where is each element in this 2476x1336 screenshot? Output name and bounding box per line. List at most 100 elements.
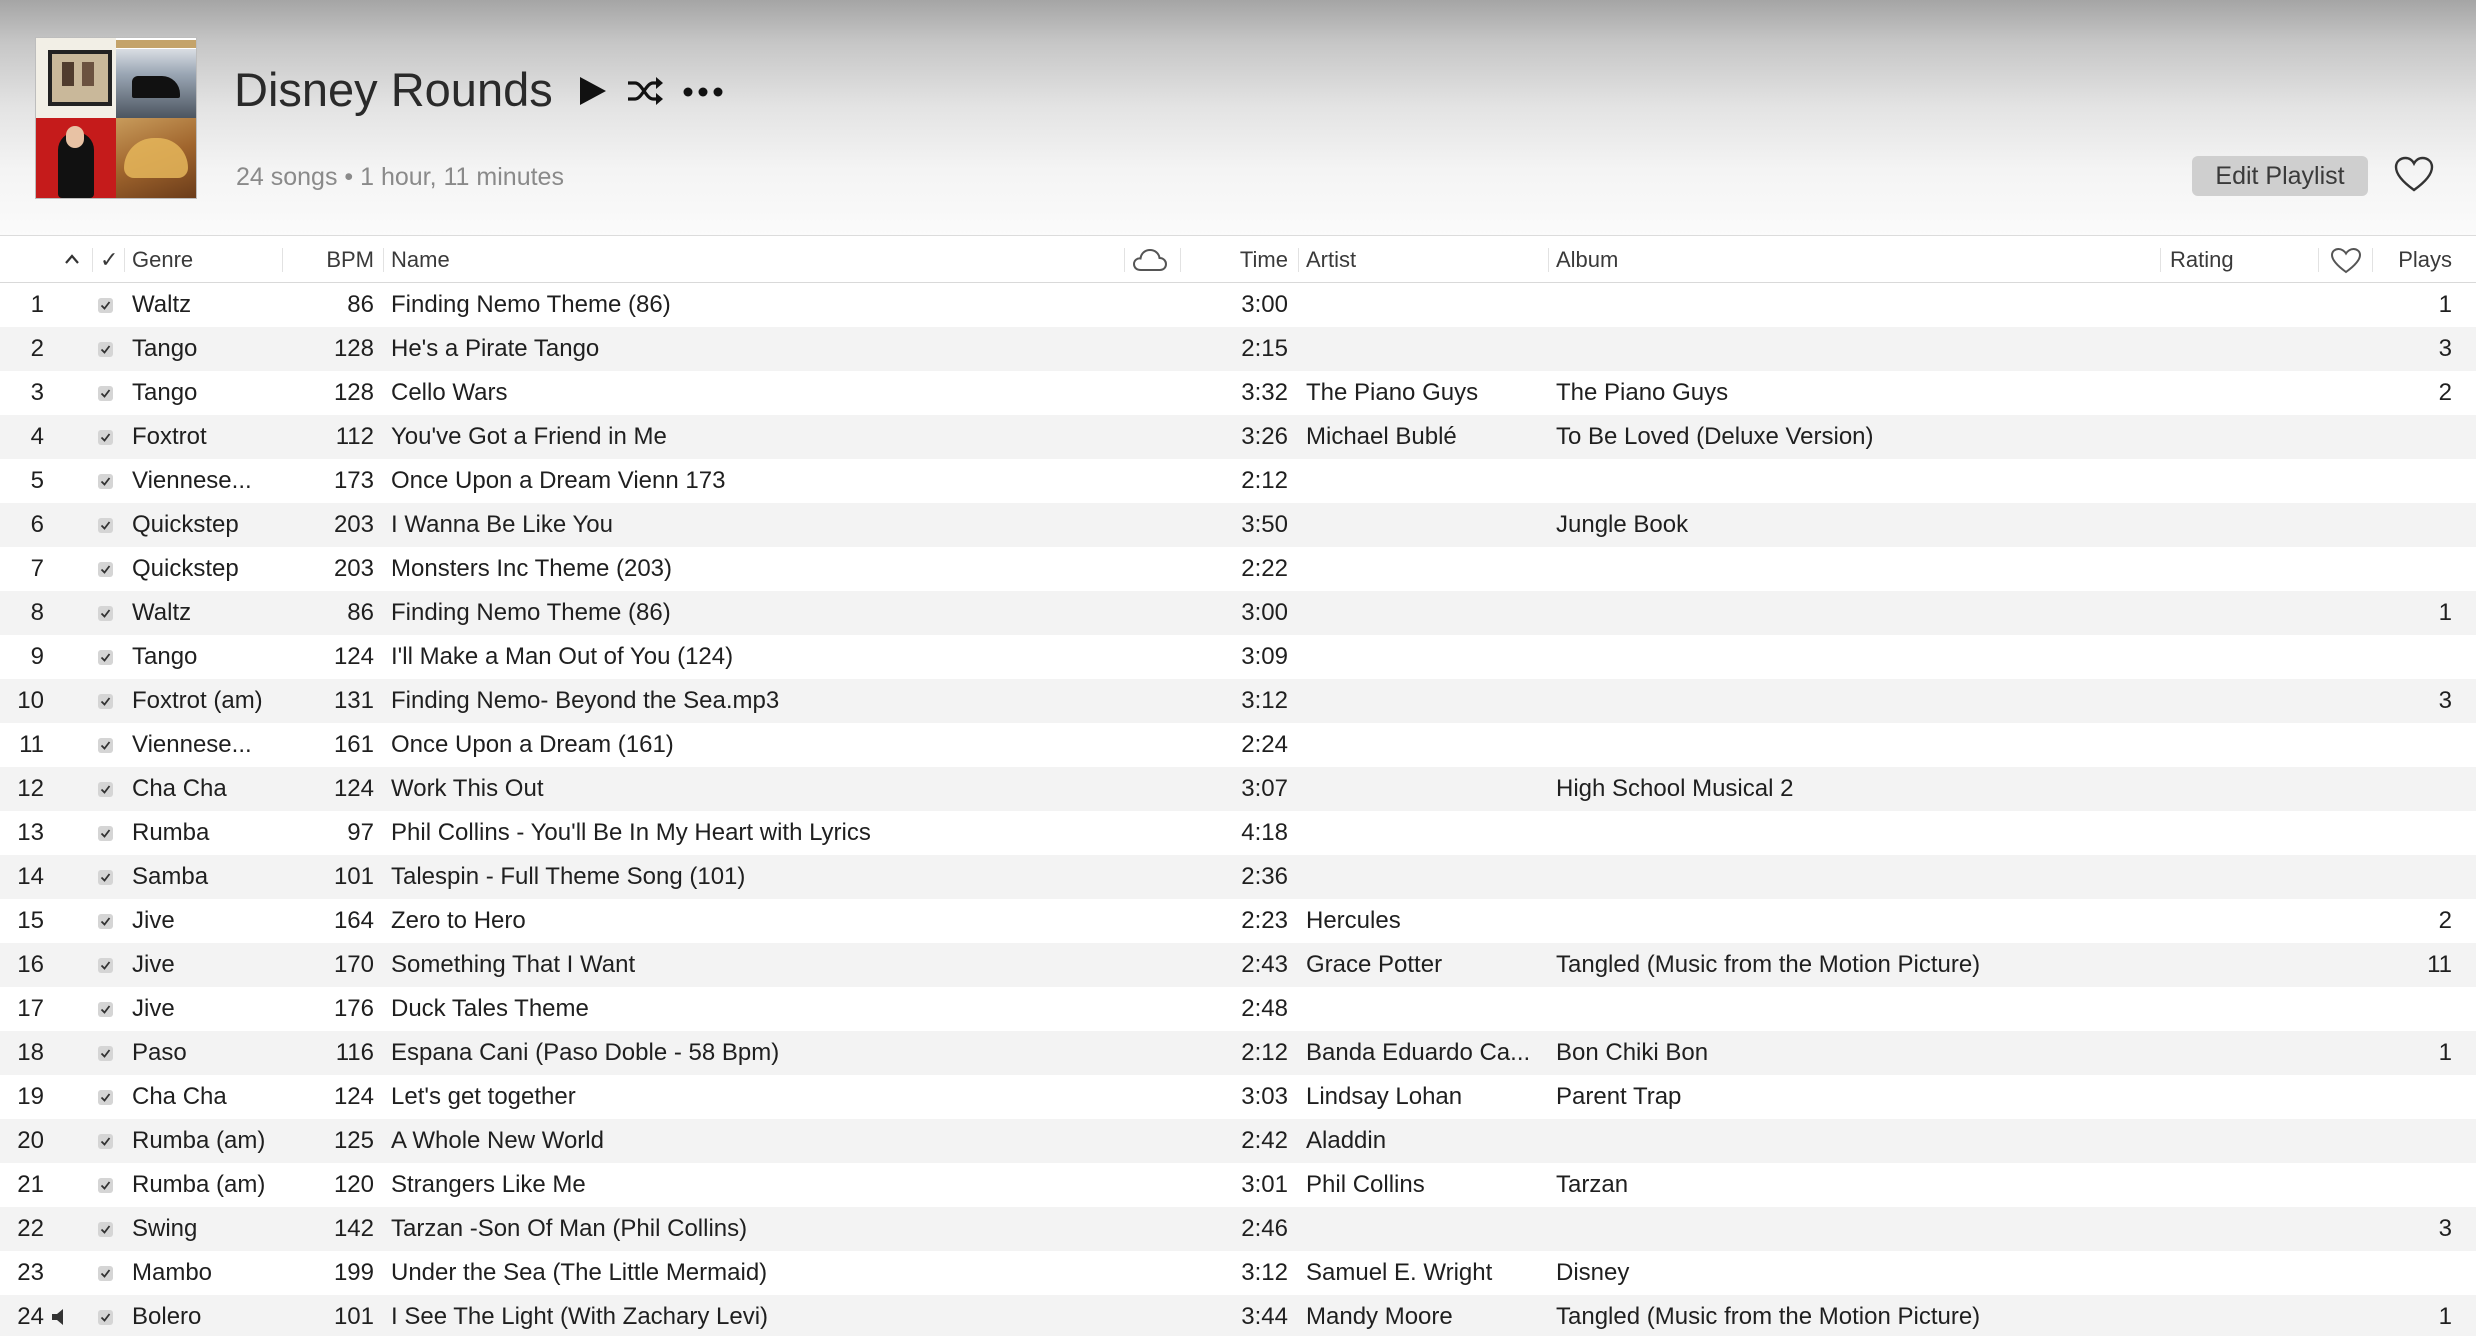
table-row[interactable]: 10 Foxtrot (am) 131 Finding Nemo- Beyond th…: [0, 679, 2476, 723]
table-row[interactable]: 14 Samba 101 Talespin - Full Theme Song (10…: [0, 855, 2476, 899]
track-name: Let's get together: [391, 1083, 576, 1110]
table-row[interactable]: 15 Jive 164 Zero to Hero 2:23 Hercules 2: [0, 899, 2476, 943]
track-checkbox[interactable]: [98, 1090, 113, 1105]
track-checkbox[interactable]: [98, 914, 113, 929]
track-plays: [2380, 1119, 2452, 1163]
track-album: Tarzan: [1556, 1171, 1629, 1198]
track-genre: Rumba: [132, 819, 210, 846]
track-checkbox[interactable]: [98, 606, 113, 621]
track-checkbox[interactable]: [98, 562, 113, 577]
track-genre: Cha Cha: [132, 1083, 227, 1110]
track-checkbox[interactable]: [98, 430, 113, 445]
track-checkbox[interactable]: [98, 1134, 113, 1149]
track-checkbox[interactable]: [98, 1002, 113, 1017]
track-name: Work This Out: [391, 775, 544, 802]
track-checkbox[interactable]: [98, 650, 113, 665]
track-checkbox[interactable]: [98, 474, 113, 489]
track-plays: 2: [2438, 907, 2452, 934]
track-time: 3:50: [1241, 511, 1288, 538]
table-row[interactable]: 7 Quickstep 203 Monsters Inc Theme (203) 2:2…: [0, 547, 2476, 591]
track-bpm: 164: [333, 907, 374, 934]
table-row[interactable]: 21 Rumba (am) 120 Strangers Like Me 3:01 Phil…: [0, 1163, 2476, 1207]
track-checkbox[interactable]: [98, 386, 113, 401]
track-genre: Jive: [132, 907, 175, 934]
track-name: Duck Tales Theme: [391, 995, 589, 1022]
table-row[interactable]: 3 Tango 128 Cello Wars 3:32 The Piano Guys The…: [0, 371, 2476, 415]
track-bpm: 203: [333, 511, 374, 538]
column-header-rating[interactable]: Rating: [2170, 238, 2234, 282]
track-genre: Tango: [132, 643, 198, 670]
table-row[interactable]: 1 Waltz 86 Finding Nemo Theme (86) 3:00 1: [0, 283, 2476, 327]
track-checkbox[interactable]: [98, 518, 113, 533]
column-header-artist[interactable]: Artist: [1306, 238, 1356, 282]
heart-icon[interactable]: [2394, 156, 2434, 194]
table-row[interactable]: 13 Rumba 97 Phil Collins - You'll Be In My …: [0, 811, 2476, 855]
track-name: Strangers Like Me: [391, 1171, 586, 1198]
track-checkbox[interactable]: [98, 1178, 113, 1193]
table-row[interactable]: 17 Jive 176 Duck Tales Theme 2:48: [0, 987, 2476, 1031]
track-artist: Mandy Moore: [1306, 1303, 1453, 1330]
track-checkbox[interactable]: [98, 870, 113, 885]
track-checkbox[interactable]: [98, 1310, 113, 1325]
table-row[interactable]: 18 Paso 116 Espana Cani (Paso Doble - 58 Bp…: [0, 1031, 2476, 1075]
track-name: I See The Light (With Zachary Levi): [391, 1303, 769, 1330]
playlist-artwork[interactable]: [36, 38, 196, 198]
track-time: 3:07: [1241, 775, 1288, 802]
column-header-album[interactable]: Album: [1556, 238, 1618, 282]
table-row[interactable]: 6 Quickstep 203 I Wanna Be Like You 3:50 Jung…: [0, 503, 2476, 547]
table-row[interactable]: 19 Cha Cha 124 Let's get together 3:03 Lindsa…: [0, 1075, 2476, 1119]
track-checkbox[interactable]: [98, 738, 113, 753]
track-checkbox[interactable]: [98, 1222, 113, 1237]
table-row[interactable]: 24 Bolero 101 I See The Light (With Zachary…: [0, 1295, 2476, 1336]
column-divider: [2318, 248, 2319, 272]
column-header-time[interactable]: Time: [1190, 238, 1288, 282]
track-checkbox[interactable]: [98, 826, 113, 841]
track-checkbox[interactable]: [98, 1266, 113, 1281]
table-row[interactable]: 12 Cha Cha 124 Work This Out 3:07 High School…: [0, 767, 2476, 811]
checkmark-icon: [100, 917, 111, 926]
track-album: Jungle Book: [1556, 511, 1689, 538]
track-checkbox[interactable]: [98, 342, 113, 357]
track-checkbox[interactable]: [98, 782, 113, 797]
checkmark-icon: [100, 433, 111, 442]
column-header-name[interactable]: Name: [391, 238, 450, 282]
track-album: [1556, 855, 2156, 899]
table-row[interactable]: 11 Viennese... 161 Once Upon a Dream (161) 2…: [0, 723, 2476, 767]
track-list: 1 Waltz 86 Finding Nemo Theme (86) 3:00 1 2 Tan…: [0, 283, 2476, 1336]
checkmark-icon: [100, 345, 111, 354]
track-checkbox[interactable]: [98, 1046, 113, 1061]
column-header-genre[interactable]: Genre: [132, 238, 193, 282]
track-genre: Cha Cha: [132, 775, 227, 802]
table-row[interactable]: 2 Tango 128 He's a Pirate Tango 2:15 3: [0, 327, 2476, 371]
track-genre: Foxtrot: [132, 423, 207, 450]
more-icon[interactable]: [682, 86, 724, 98]
track-checkbox[interactable]: [98, 694, 113, 709]
track-artist: [1306, 635, 1542, 679]
table-row[interactable]: 23 Mambo 199 Under the Sea (The Little Merm…: [0, 1251, 2476, 1295]
album-art-tile: [116, 38, 196, 118]
column-header-bpm[interactable]: BPM: [290, 238, 374, 282]
column-header-check[interactable]: ✓: [100, 238, 118, 282]
track-bpm: 142: [333, 1215, 374, 1242]
track-album: [1556, 1207, 2156, 1251]
table-row[interactable]: 16 Jive 170 Something That I Want 2:43 Grace …: [0, 943, 2476, 987]
table-row[interactable]: 20 Rumba (am) 125 A Whole New World 2:42 Alad…: [0, 1119, 2476, 1163]
table-row[interactable]: 8 Waltz 86 Finding Nemo Theme (86) 3:00 1: [0, 591, 2476, 635]
track-genre: Waltz: [132, 291, 192, 318]
track-time: 3:03: [1241, 1083, 1288, 1110]
cloud-icon[interactable]: [1132, 247, 1168, 273]
track-bpm: 128: [333, 335, 374, 362]
shuffle-icon[interactable]: [626, 74, 664, 108]
track-plays: [2380, 1251, 2452, 1295]
column-header-plays[interactable]: Plays: [2380, 238, 2452, 282]
play-icon[interactable]: [578, 76, 608, 106]
table-row[interactable]: 22 Swing 142 Tarzan -Son Of Man (Phil Colli…: [0, 1207, 2476, 1251]
track-checkbox[interactable]: [98, 958, 113, 973]
table-row[interactable]: 4 Foxtrot 112 You've Got a Friend in Me 3:26…: [0, 415, 2476, 459]
sort-ascending-icon[interactable]: [64, 253, 80, 265]
table-row[interactable]: 9 Tango 124 I'll Make a Man Out of You (124…: [0, 635, 2476, 679]
track-checkbox[interactable]: [98, 298, 113, 313]
heart-icon[interactable]: [2330, 247, 2362, 275]
edit-playlist-button[interactable]: Edit Playlist: [2192, 156, 2368, 196]
table-row[interactable]: 5 Viennese... 173 Once Upon a Dream Vienn 1…: [0, 459, 2476, 503]
